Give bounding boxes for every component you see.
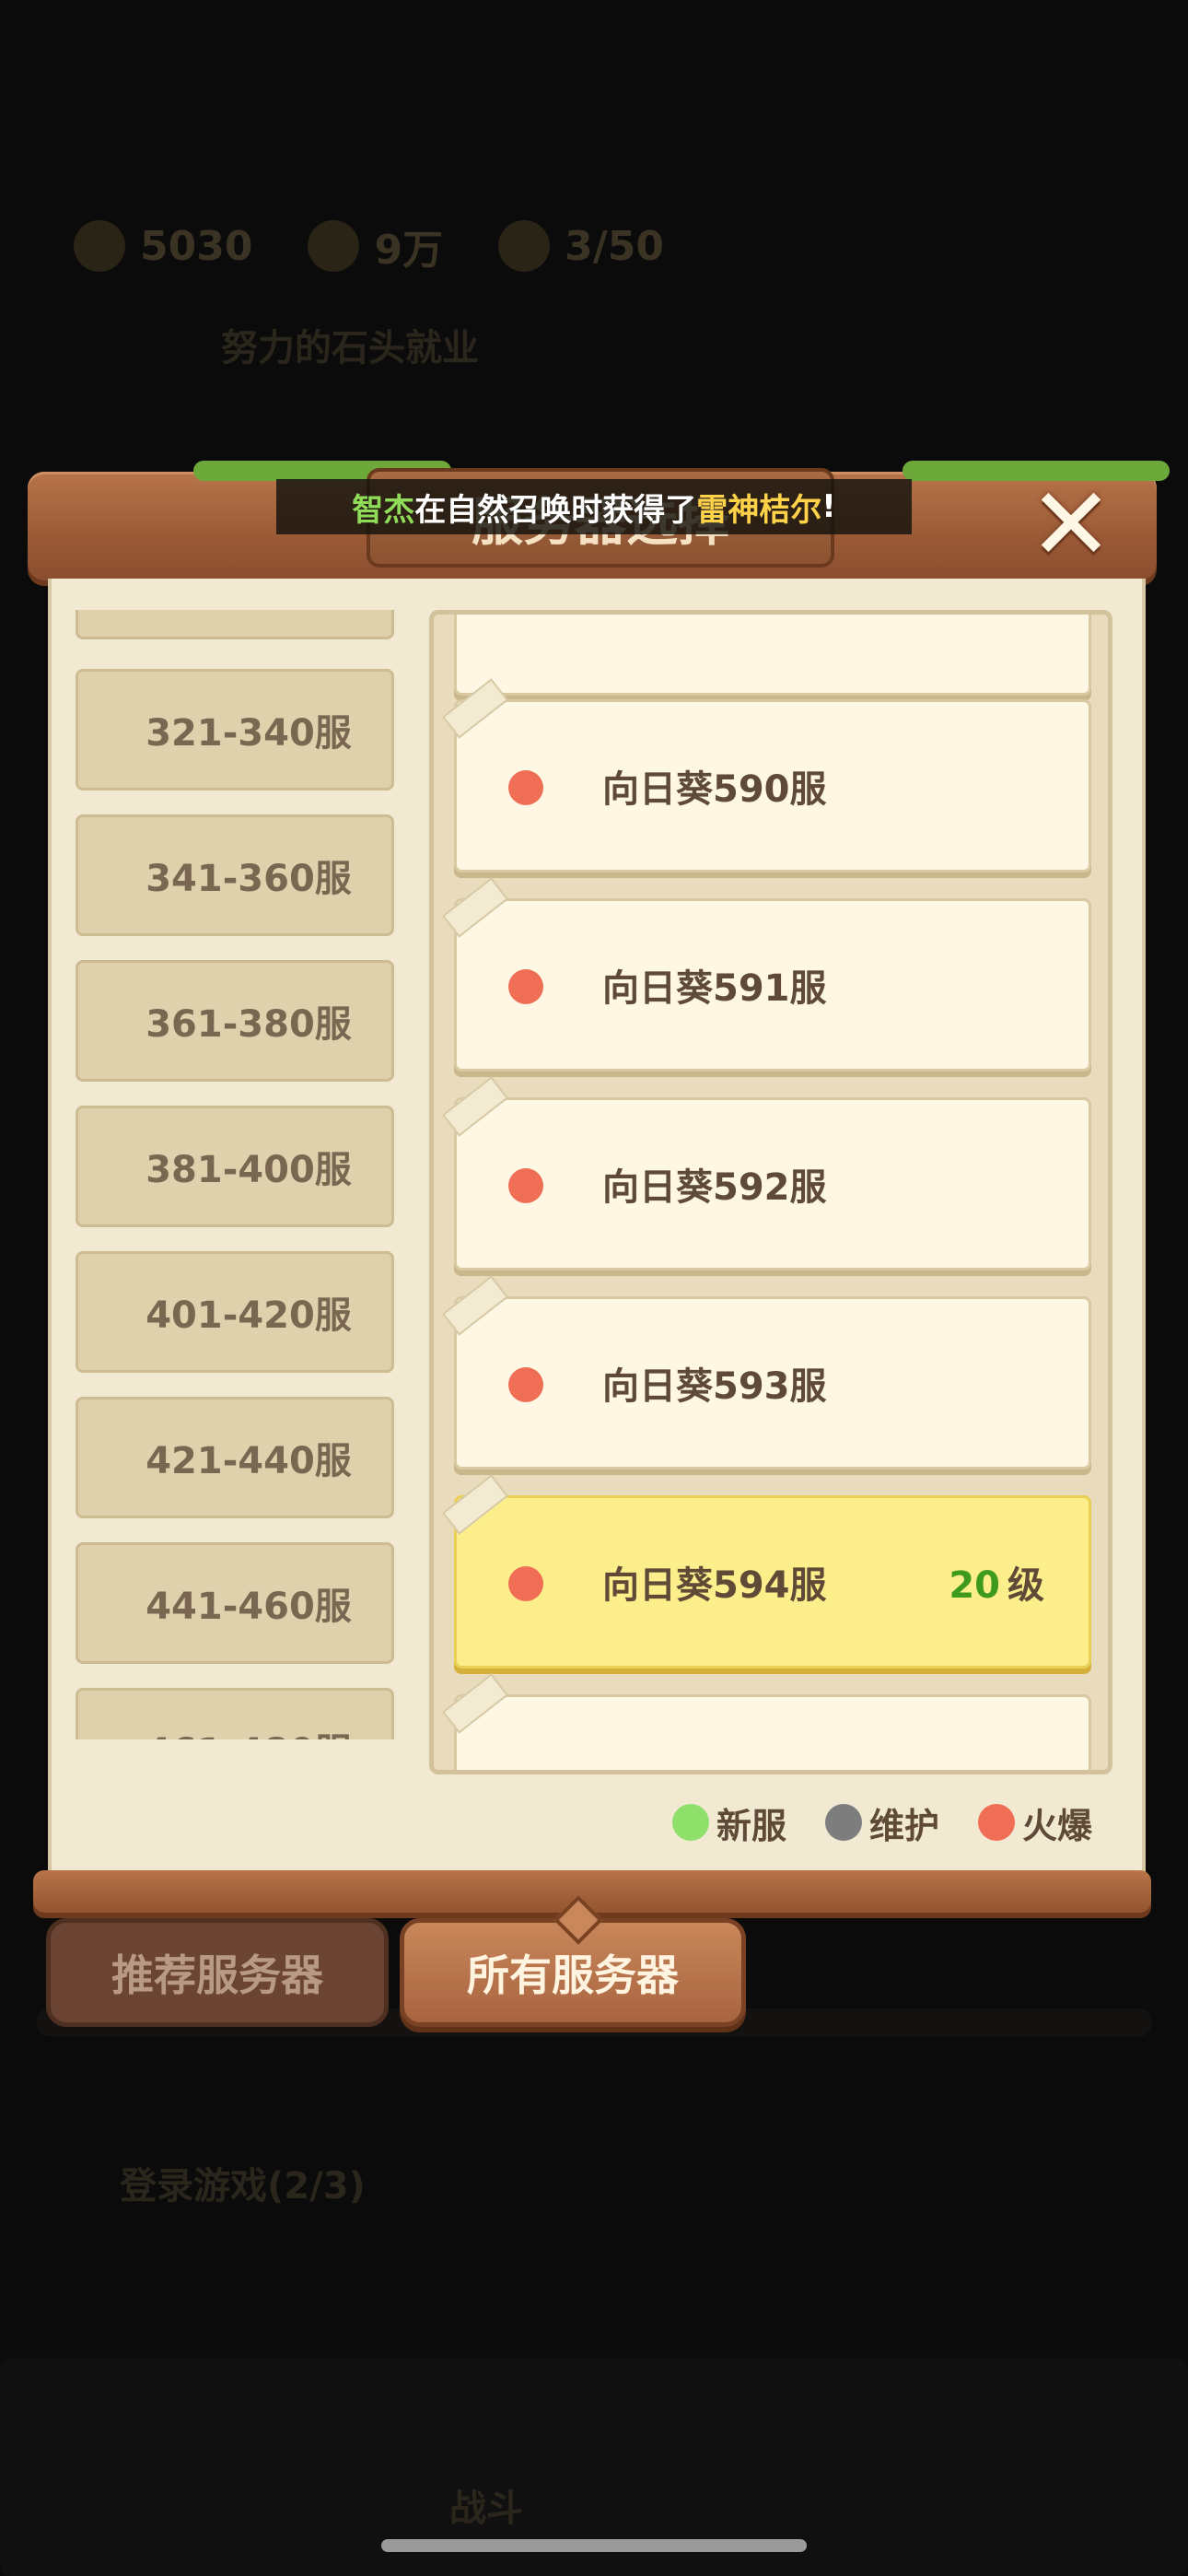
range-item-341-360[interactable]: 341-360服 <box>76 814 394 936</box>
legend-label: 维护 <box>869 1805 940 1846</box>
stamina-icon <box>498 220 551 272</box>
player-level: 20 级 <box>949 1555 1044 1609</box>
range-label: 361-380服 <box>146 1003 352 1046</box>
legend-label: 火爆 <box>1022 1805 1093 1846</box>
announcement-ticker: 智杰 在自然召唤时获得了 雷神桔尔 ! <box>276 479 912 534</box>
level-unit: 级 <box>1007 1564 1044 1607</box>
server-card[interactable] <box>454 615 1091 696</box>
status-hot-dot <box>508 1566 543 1601</box>
legend-label: 新服 <box>716 1805 787 1846</box>
server-card-593[interactable]: 向日葵593服 <box>441 1275 1091 1469</box>
status-hot-dot <box>508 1168 543 1203</box>
tape-decoration <box>441 1076 509 1137</box>
tape-decoration <box>441 1474 509 1535</box>
status-legend: 新服 维护 火爆 <box>672 1798 1092 1846</box>
close-icon: ✕ <box>1028 465 1114 583</box>
range-label: 381-400服 <box>146 1149 352 1191</box>
range-item-321-340[interactable]: 321-340服 <box>76 669 394 790</box>
bg-banner-text: 努力的石头就业 <box>221 327 479 369</box>
range-item-381-400[interactable]: 381-400服 <box>76 1106 394 1227</box>
gem-icon <box>74 220 125 272</box>
range-label: 401-420服 <box>146 1294 352 1337</box>
tape-decoration <box>441 877 509 938</box>
range-item-421-440[interactable]: 421-440服 <box>76 1397 394 1518</box>
server-card-594-selected[interactable]: 向日葵594服 20 级 <box>441 1474 1091 1669</box>
range-label: 341-360服 <box>146 858 352 900</box>
tab-all-servers[interactable]: 所有服务器 <box>400 1895 746 2027</box>
new-status-icon <box>672 1804 709 1841</box>
legend-maintenance: 维护 <box>825 1797 939 1848</box>
ticker-reward: 雷神桔尔 <box>696 491 822 529</box>
bg-resource-gems: 5030 <box>140 222 253 270</box>
server-name: 向日葵593服 <box>602 1365 827 1408</box>
server-name: 向日葵594服 <box>602 1564 827 1607</box>
ticker-player: 智杰 <box>352 491 415 529</box>
bg-task-text: 登录游戏(2/3) <box>120 2165 366 2207</box>
bg-bottom-label: 战斗 <box>449 2488 523 2530</box>
status-hot-dot <box>508 770 543 805</box>
range-label: 421-440服 <box>146 1440 352 1482</box>
server-name: 向日葵590服 <box>602 768 827 811</box>
bg-resource-bar: 5030 9万 3/50 <box>74 214 664 278</box>
tab-recommended-servers[interactable]: 推荐服务器 <box>46 1918 389 2027</box>
home-indicator[interactable] <box>381 2539 807 2552</box>
coin-icon <box>308 220 360 272</box>
hot-status-icon <box>978 1804 1016 1841</box>
status-hot-dot <box>508 969 543 1004</box>
server-range-list[interactable]: 321-340服 341-360服 361-380服 381-400服 401-… <box>76 610 400 1739</box>
server-list[interactable]: 向日葵590服 向日葵591服 向日葵592服 向日葵593服 向日葵594服 … <box>429 610 1112 1774</box>
tape-decoration <box>441 1275 509 1336</box>
range-item-361-380[interactable]: 361-380服 <box>76 960 394 1082</box>
status-hot-dot <box>508 1367 543 1402</box>
range-label: 321-340服 <box>146 712 352 755</box>
server-name: 向日葵592服 <box>602 1166 827 1209</box>
bg-resource-stamina: 3/50 <box>565 222 665 270</box>
legend-new: 新服 <box>672 1797 786 1848</box>
ticker-message: 在自然召唤时获得了 <box>414 491 697 529</box>
legend-hot: 火爆 <box>978 1797 1092 1848</box>
server-card[interactable] <box>441 1673 1091 1770</box>
tape-decoration <box>441 1673 509 1734</box>
level-number: 20 <box>949 1564 1000 1607</box>
maintenance-status-icon <box>825 1804 863 1841</box>
server-card-591[interactable]: 向日葵591服 <box>441 877 1091 1071</box>
close-button[interactable]: ✕ <box>1029 474 1113 575</box>
modal-footer <box>33 1870 1151 1913</box>
server-name: 向日葵591服 <box>602 967 827 1010</box>
tab-label: 所有服务器 <box>467 1950 679 2000</box>
range-item-461-480[interactable]: 461-480服 <box>76 1688 394 1739</box>
bg-resource-coins: 9万 <box>374 227 444 274</box>
range-label: 461-480服 <box>146 1722 352 1739</box>
range-label: 441-460服 <box>146 1586 352 1628</box>
range-item-441-460[interactable]: 441-460服 <box>76 1542 394 1664</box>
ticker-suffix: ! <box>821 488 836 525</box>
tab-label: 推荐服务器 <box>111 1950 323 2000</box>
range-item[interactable] <box>76 610 394 639</box>
range-item-401-420[interactable]: 401-420服 <box>76 1251 394 1373</box>
server-card-590[interactable]: 向日葵590服 <box>441 678 1091 872</box>
server-card-592[interactable]: 向日葵592服 <box>441 1076 1091 1270</box>
